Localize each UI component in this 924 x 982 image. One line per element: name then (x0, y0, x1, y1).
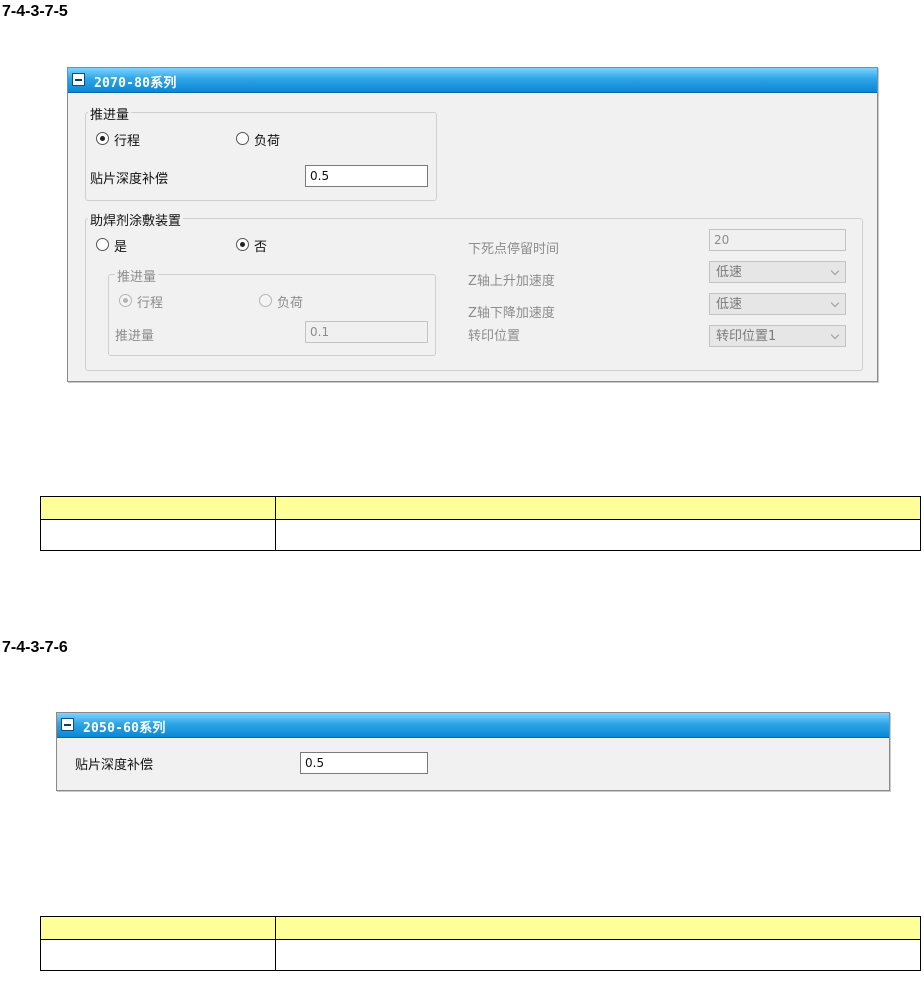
table-header-cell (40, 916, 276, 940)
settings-panel-2050: 2050-60系列 贴片深度补偿 0.5 (56, 712, 890, 791)
panel-header: 2070-80系列 (68, 68, 877, 93)
table-header-row (40, 496, 921, 520)
feed-radio-load[interactable] (236, 132, 249, 145)
table-cell (275, 939, 921, 971)
dwell-time-label: 下死点停留时间 (468, 242, 560, 257)
table-cell (275, 519, 921, 551)
parameter-table-2 (40, 916, 921, 971)
table-header-cell (275, 916, 921, 940)
table-row (40, 939, 921, 971)
dwell-time-input[interactable]: 20 (709, 229, 846, 251)
z-up-accel-select[interactable]: 低速 (709, 261, 846, 283)
table-cell (40, 939, 276, 971)
flux-feed-radio-load[interactable] (259, 294, 272, 307)
table-header-cell (40, 496, 276, 520)
feed-radio-stroke[interactable] (96, 132, 109, 145)
table-header-cell (275, 496, 921, 520)
flux-feed-group-legend: 推进量 (115, 266, 159, 285)
feed-radio-stroke-label: 行程 (114, 134, 141, 149)
feed-groupbox (85, 112, 437, 201)
depth-comp-input[interactable]: 0.5 (300, 752, 428, 774)
depth-comp-input[interactable]: 0.5 (305, 165, 428, 187)
z-down-accel-label: Z轴下降加速度 (468, 306, 555, 321)
table-cell (40, 519, 276, 551)
z-down-accel-select[interactable]: 低速 (709, 293, 846, 315)
transfer-position-select[interactable]: 转印位置1 (709, 325, 846, 347)
flux-radio-no[interactable] (236, 238, 249, 251)
feed-group-legend: 推进量 (88, 104, 132, 123)
feed-radio-load-label: 负荷 (254, 134, 281, 149)
settings-panel-2070: 2070-80系列 推进量 行程 负荷 贴片深度补偿 0.5 助焊剂涂敷装置 是… (67, 67, 878, 382)
flux-feed-groupbox (108, 274, 436, 356)
flux-feed-radio-stroke-label: 行程 (137, 296, 164, 311)
depth-comp-label: 贴片深度补偿 (75, 758, 154, 773)
panel-title: 2050-60系列 (83, 721, 166, 736)
collapse-icon[interactable] (61, 718, 74, 731)
collapse-icon[interactable] (72, 73, 85, 86)
flux-group-legend: 助焊剂涂敷装置 (88, 210, 184, 229)
flux-radio-no-label: 否 (254, 240, 268, 255)
panel-title: 2070-80系列 (94, 76, 177, 91)
section-heading-1: 7-4-3-7-5 (2, 3, 68, 20)
panel-header: 2050-60系列 (57, 713, 889, 738)
flux-feed-radio-stroke[interactable] (119, 294, 132, 307)
z-down-accel-value: 低速 (716, 297, 743, 312)
chevron-down-icon (830, 266, 840, 276)
z-up-accel-label: Z轴上升加速度 (468, 274, 555, 289)
parameter-table-1 (40, 496, 921, 551)
flux-radio-yes-label: 是 (114, 240, 128, 255)
z-up-accel-value: 低速 (716, 265, 743, 280)
flux-feed-radio-load-label: 负荷 (277, 296, 304, 311)
chevron-down-icon (830, 330, 840, 340)
flux-feed-input[interactable]: 0.1 (305, 321, 428, 343)
table-header-row (40, 916, 921, 940)
flux-feed-label: 推进量 (115, 329, 155, 344)
flux-radio-yes[interactable] (96, 238, 109, 251)
transfer-position-value: 转印位置1 (716, 329, 777, 344)
transfer-position-label: 转印位置 (468, 329, 521, 344)
section-heading-2: 7-4-3-7-6 (2, 639, 68, 656)
chevron-down-icon (830, 298, 840, 308)
table-row (40, 519, 921, 551)
depth-comp-label: 贴片深度补偿 (90, 172, 169, 187)
